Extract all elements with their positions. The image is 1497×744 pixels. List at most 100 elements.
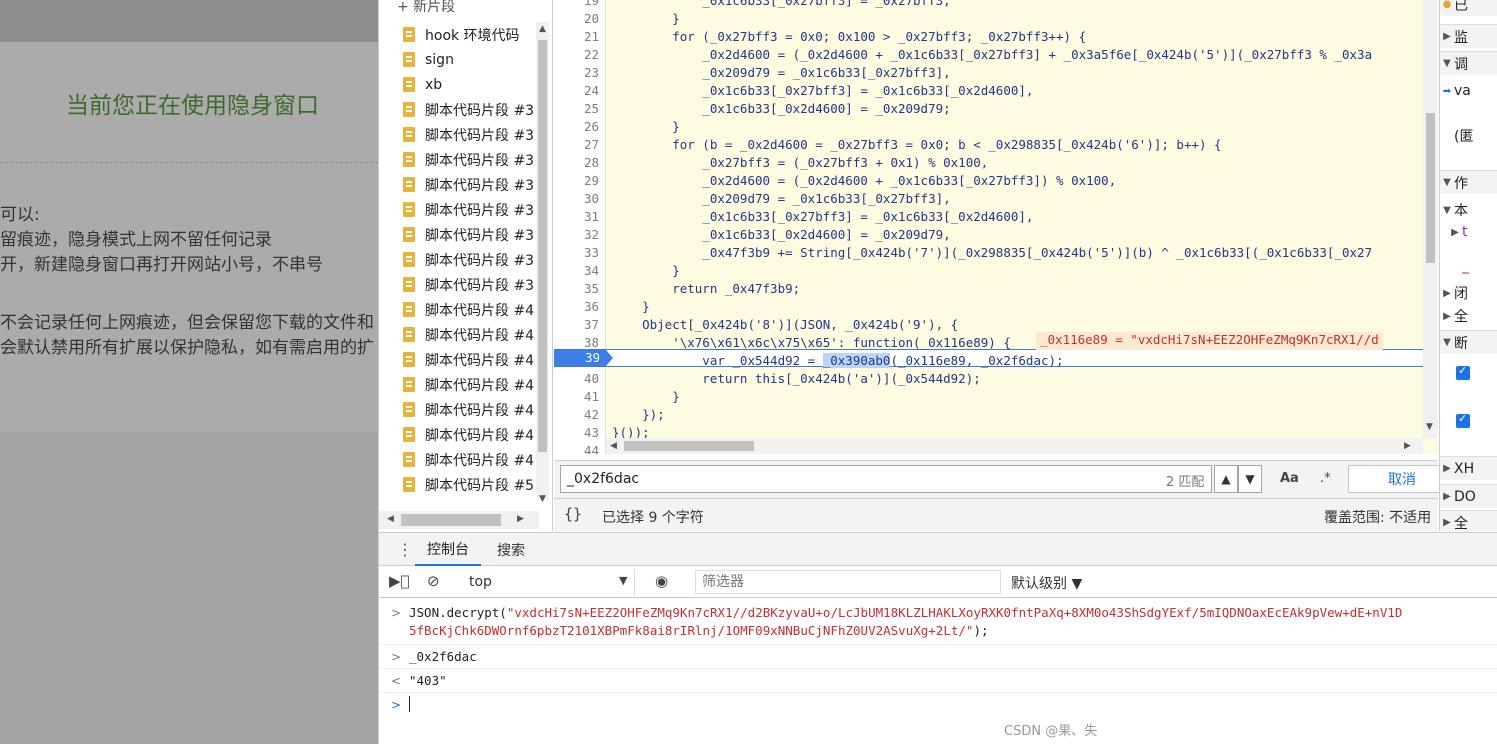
console-output[interactable]: > JSON.decrypt("vxdcHi7sN+EEZ2OHFeZMq9Kn… (379, 598, 1497, 744)
line-gutter[interactable]: 19 20 21 22 23 24 25 26 27 28 29 30 31 32 33 34 35 36 37 38… (554, 0, 606, 454)
sidebar-row[interactable]: ● 已 (1440, 0, 1497, 16)
sidebar-section-watch[interactable]: ▶ 监 (1440, 24, 1497, 48)
snippet-item[interactable]: 脚本代码片段 #3 (379, 197, 539, 222)
snippet-item[interactable]: hook 环境代码 (379, 22, 539, 47)
snippet-item[interactable]: 脚本代码片段 #3 (379, 222, 539, 247)
sidebar-section-dom[interactable]: ▶ DO (1440, 484, 1497, 508)
scroll-down-icon[interactable]: ▼ (539, 494, 546, 504)
new-snippet-button[interactable]: + 新片段 (397, 0, 552, 18)
scroll-left-icon[interactable]: ◀ (387, 514, 394, 524)
line-number[interactable]: 41 (554, 389, 599, 404)
editor-scroll-thumb[interactable] (1426, 113, 1435, 263)
line-number[interactable]: 36 (554, 299, 599, 314)
console-input-line[interactable]: JSON.decrypt("vxdcHi7sN+EEZ2OHFeZMq9Kn7c… (409, 605, 1402, 620)
snippet-item[interactable]: 脚本代码片段 #3 (379, 97, 539, 122)
line-number[interactable]: 22 (554, 47, 599, 62)
snippet-item[interactable]: 脚本代码片段 #3 (379, 122, 539, 147)
snippet-item[interactable]: 脚本代码片段 #4 (379, 422, 539, 447)
breakpoint-checkbox[interactable] (1440, 361, 1497, 385)
checkbox-checked-icon[interactable] (1456, 412, 1470, 428)
sidebar-section-global[interactable]: ▶ 全 (1440, 510, 1497, 531)
scope-closure[interactable]: ▶ 闭 (1440, 281, 1497, 305)
filter-input[interactable]: 筛选器 (695, 570, 1001, 594)
pretty-print-button[interactable]: {} (564, 505, 582, 523)
tab-console[interactable]: 控制台 (415, 533, 481, 566)
line-number[interactable]: 31 (554, 209, 599, 224)
code-editor[interactable]: 19 20 21 22 23 24 25 26 27 28 29 30 31 32 33 34 35 36 37 38… (554, 0, 1438, 454)
line-number[interactable]: 34 (554, 263, 599, 278)
more-menu-icon[interactable]: ⋮ (397, 540, 413, 559)
snippet-item[interactable]: 脚本代码片段 #5 (379, 472, 539, 497)
scroll-right-icon[interactable]: ▶ (1404, 441, 1411, 451)
find-previous-button[interactable]: ▲ (1214, 465, 1238, 493)
find-next-button[interactable]: ▼ (1238, 465, 1262, 493)
snippet-item[interactable]: 脚本代码片段 #4 (379, 297, 539, 322)
line-number[interactable]: 32 (554, 227, 599, 242)
sidebar-toggle-icon[interactable]: ▶⃞ (389, 572, 410, 590)
snippet-item[interactable]: 脚本代码片段 #4 (379, 322, 539, 347)
line-number[interactable]: 28 (554, 155, 599, 170)
scroll-right-icon[interactable]: ▶ (517, 514, 524, 524)
scroll-up-icon[interactable]: ▲ (539, 24, 546, 34)
line-number[interactable]: 43 (554, 425, 599, 440)
line-number[interactable]: 30 (554, 191, 599, 206)
live-expression-eye-icon[interactable]: ◉ (655, 572, 668, 590)
snippet-label: 脚本代码片段 #3 (425, 252, 535, 269)
scope-item[interactable]: ▼ 本 (1440, 198, 1497, 222)
scroll-down-icon[interactable]: ▼ (1426, 422, 1433, 432)
snippet-item[interactable]: 脚本代码片段 #4 (379, 347, 539, 372)
line-number[interactable]: 24 (554, 83, 599, 98)
snippet-item[interactable]: 脚本代码片段 #3 (379, 247, 539, 272)
line-number[interactable]: 20 (554, 11, 599, 26)
line-number[interactable]: 25 (554, 101, 599, 116)
snippet-item[interactable]: 脚本代码片段 #3 (379, 172, 539, 197)
snippet-item[interactable]: xb (379, 72, 539, 97)
tab-search[interactable]: 搜索 (487, 533, 535, 566)
scope-global[interactable]: ▶ 全 (1440, 304, 1497, 328)
line-number[interactable]: 21 (554, 29, 599, 44)
line-number[interactable]: 33 (554, 245, 599, 260)
line-number[interactable]: 27 (554, 137, 599, 152)
match-case-button[interactable]: Aa (1280, 471, 1299, 486)
snippet-item[interactable]: 脚本代码片段 #4 (379, 372, 539, 397)
line-number[interactable]: 42 (554, 407, 599, 422)
console-input-line[interactable]: 5fBcKjChk6DWOrnf6pbzT2101XBPmFk8ai8rIRln… (409, 623, 989, 638)
clear-console-icon[interactable]: ⊘ (427, 572, 440, 590)
sidebar-section-callstack[interactable]: ▼ 调 (1440, 51, 1497, 75)
console-input-line[interactable]: _0x2f6dac (409, 649, 477, 664)
context-selector[interactable]: top (459, 569, 635, 595)
editor-hscroll-thumb[interactable] (624, 441, 754, 451)
line-number[interactable]: 44 (554, 443, 599, 454)
line-number[interactable]: 23 (554, 65, 599, 80)
scope-item[interactable]: ▶ t (1440, 220, 1497, 244)
scope-item[interactable]: _ (1440, 254, 1497, 278)
breakpoint-checkbox[interactable] (1440, 409, 1497, 433)
line-number[interactable]: 35 (554, 281, 599, 296)
snippet-item[interactable]: 脚本代码片段 #4 (379, 397, 539, 422)
navigator-scroll-thumb[interactable] (538, 40, 547, 452)
console-caret[interactable] (409, 696, 410, 712)
snippet-item[interactable]: 脚本代码片段 #3 (379, 147, 539, 172)
navigator-hscroll-thumb[interactable] (401, 514, 501, 526)
find-input[interactable]: _0x2f6dac (560, 465, 1212, 493)
line-number[interactable]: 26 (554, 119, 599, 134)
sidebar-section-breakpoints[interactable]: ▼ 断 (1440, 330, 1497, 354)
line-number[interactable]: 38 (554, 335, 599, 350)
snippet-item[interactable]: 脚本代码片段 #4 (379, 447, 539, 472)
snippet-item[interactable]: 脚本代码片段 #3 (379, 272, 539, 297)
snippet-item[interactable]: sign (379, 47, 539, 72)
line-number[interactable]: 29 (554, 173, 599, 188)
snippet-file-icon (403, 202, 415, 217)
line-number[interactable]: 40 (554, 371, 599, 386)
line-number[interactable]: 37 (554, 317, 599, 332)
sidebar-section-xhr[interactable]: ▶ XH (1440, 456, 1497, 480)
callstack-frame[interactable]: ➡ va (1440, 79, 1497, 103)
log-level-selector[interactable]: 默认级别 ▼ (1011, 573, 1082, 593)
regex-button[interactable]: .* (1320, 471, 1331, 486)
scroll-left-icon[interactable]: ◀ (610, 441, 617, 451)
sidebar-section-scope[interactable]: ▼ 作 (1440, 170, 1497, 194)
checkbox-checked-icon[interactable] (1456, 364, 1470, 380)
snippet-label: 脚本代码片段 #4 (425, 302, 535, 319)
line-number[interactable]: 19 (554, 0, 599, 8)
callstack-frame[interactable]: (匿 (1440, 124, 1497, 148)
